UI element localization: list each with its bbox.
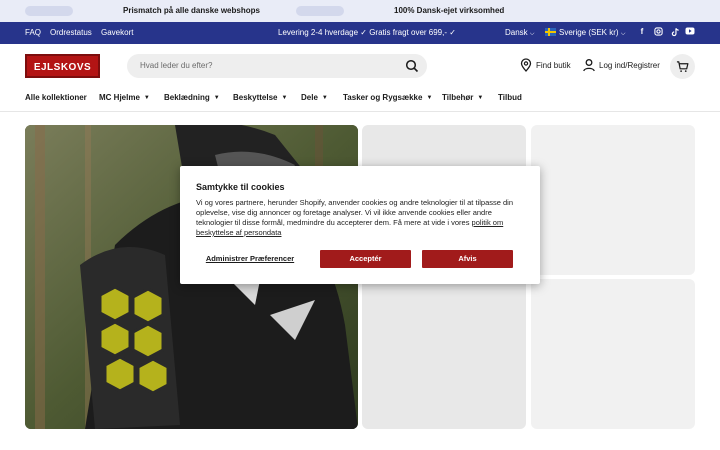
nav-item-label: Alle kollektioner — [25, 93, 87, 102]
announcement-pill — [25, 6, 73, 16]
search-input[interactable]: Hvad leder du efter? — [140, 61, 213, 70]
country-label: Sverige (SEK kr) — [559, 28, 619, 37]
cart-icon — [676, 61, 689, 72]
chevron-down-icon: ⌵ — [529, 31, 535, 37]
decline-button[interactable]: Afvis — [422, 250, 513, 268]
chevron-down-icon: ▼ — [281, 95, 288, 101]
facebook-icon[interactable]: f — [637, 27, 647, 37]
sweden-flag-icon — [545, 28, 556, 36]
collection-tile[interactable] — [531, 125, 695, 275]
nav-item-clothing[interactable]: Beklædning ▼ — [164, 93, 220, 102]
announcement-bar: Prismatch på alle danske webshops 100% D… — [0, 0, 720, 22]
accept-button[interactable]: Acceptér — [320, 250, 411, 268]
shipping-message: Levering 2-4 hverdage ✓ Gratis fragt ove… — [278, 28, 456, 37]
nav-item-label: Beskyttelse — [233, 93, 278, 102]
nav-item-label: Dele — [301, 93, 318, 102]
collection-tile[interactable] — [531, 279, 695, 429]
nav-item-label: Tasker og Rygsække — [343, 93, 423, 102]
youtube-icon[interactable] — [685, 27, 695, 37]
manage-preferences-button[interactable]: Administrer Præferencer — [196, 250, 304, 268]
cookie-consent-dialog: Samtykke til cookies Vi og vores partner… — [180, 166, 540, 284]
chevron-down-icon: ⌵ — [620, 31, 626, 37]
location-pin-icon[interactable] — [519, 58, 533, 72]
cart-button[interactable] — [670, 54, 695, 79]
nav-item-label: Tilbehør — [442, 93, 474, 102]
nav-item-helmets[interactable]: MC Hjelme ▼ — [99, 93, 150, 102]
site-header: EJLSKOVS Hvad leder du efter? Find butik… — [0, 44, 720, 90]
site-logo[interactable]: EJLSKOVS — [25, 54, 100, 78]
chevron-down-icon: ▼ — [321, 95, 328, 101]
chevron-down-icon: ▼ — [426, 95, 433, 101]
cookie-dialog-text: Vi og vores partnere, herunder Shopify, … — [196, 198, 526, 238]
language-label: Dansk — [505, 28, 528, 37]
chevron-down-icon: ▼ — [477, 95, 484, 101]
announcement-pill — [296, 6, 344, 16]
chevron-down-icon: ▼ — [143, 95, 150, 101]
nav-item-parts[interactable]: Dele ▼ — [301, 93, 328, 102]
order-status-link[interactable]: Ordrestatus — [50, 28, 92, 37]
nav-item-protection[interactable]: Beskyttelse ▼ — [233, 93, 287, 102]
cookie-body-text: Vi og vores partnere, herunder Shopify, … — [196, 198, 513, 227]
instagram-icon[interactable] — [653, 27, 663, 37]
user-icon[interactable] — [582, 58, 596, 72]
login-link[interactable]: Log ind/Registrer — [599, 61, 660, 70]
nav-item-all-collections[interactable]: Alle kollektioner — [25, 93, 87, 102]
nav-item-bags[interactable]: Tasker og Rygsække ▼ — [343, 93, 432, 102]
announcement-text-1: Prismatch på alle danske webshops — [123, 6, 260, 15]
nav-item-accessories[interactable]: Tilbehør ▼ — [442, 93, 483, 102]
nav-item-label: Tilbud — [498, 93, 522, 102]
find-store-link[interactable]: Find butik — [536, 61, 571, 70]
chevron-down-icon: ▼ — [213, 95, 220, 101]
nav-item-label: Beklædning — [164, 93, 210, 102]
utility-bar: FAQ Ordrestatus Gavekort Levering 2-4 hv… — [0, 22, 720, 44]
country-selector[interactable]: Sverige (SEK kr) ⌵ — [545, 28, 625, 38]
main-nav: Alle kollektioner MC Hjelme ▼ Beklædning ▼… — [0, 90, 720, 112]
language-selector[interactable]: Dansk ⌵ — [505, 28, 534, 38]
search-icon[interactable] — [405, 59, 419, 73]
gift-card-link[interactable]: Gavekort — [101, 28, 133, 37]
tiktok-icon[interactable] — [670, 27, 680, 37]
nav-item-label: MC Hjelme — [99, 93, 140, 102]
cookie-dialog-title: Samtykke til cookies — [196, 182, 285, 192]
announcement-text-2: 100% Dansk-ejet virksomhed — [394, 6, 505, 15]
collection-tile[interactable] — [362, 279, 526, 429]
nav-item-offers[interactable]: Tilbud — [498, 93, 522, 102]
faq-link[interactable]: FAQ — [25, 28, 41, 37]
search-bar[interactable]: Hvad leder du efter? — [127, 54, 427, 78]
